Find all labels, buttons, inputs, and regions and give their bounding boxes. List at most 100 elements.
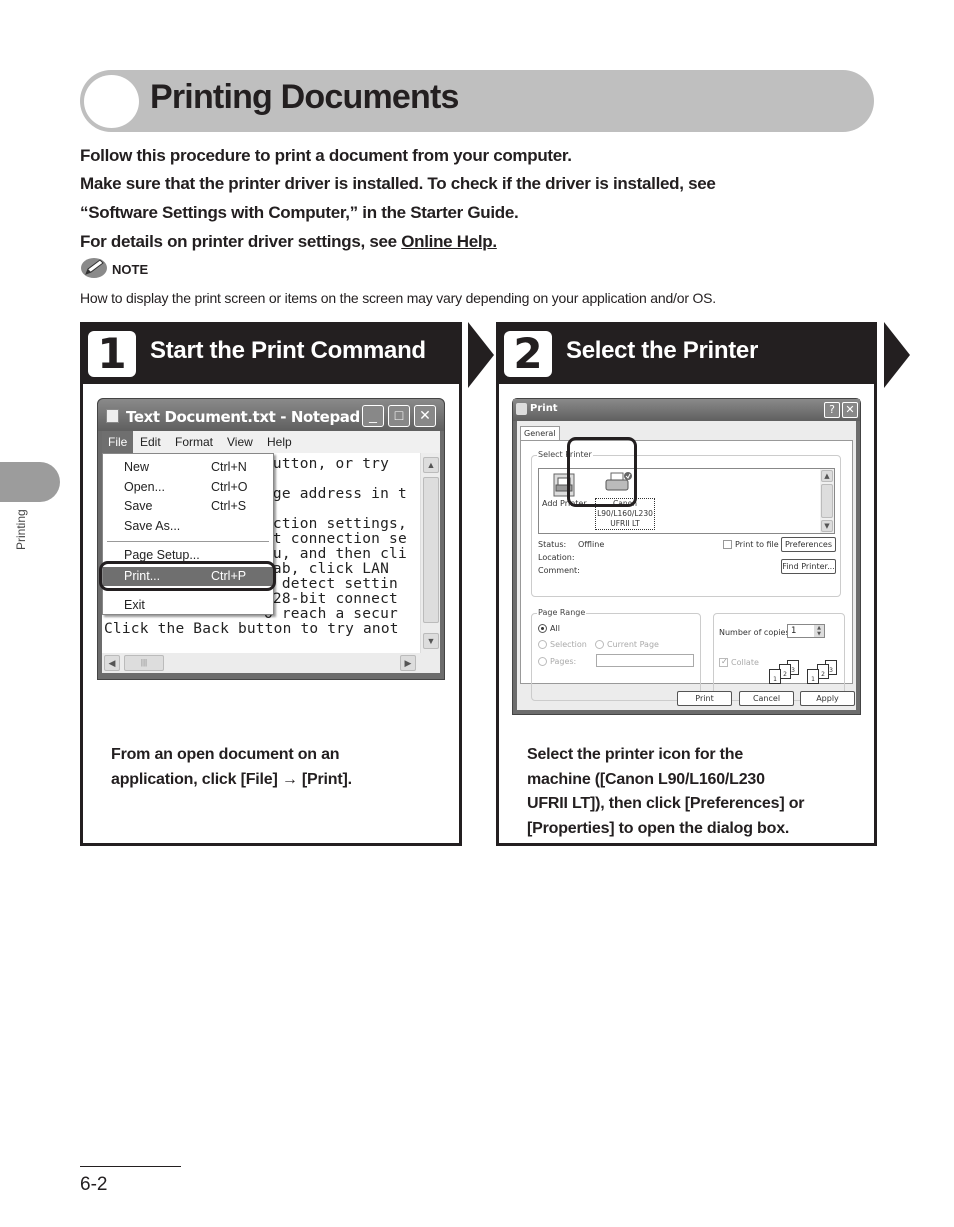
- intro-line-3: “Software Settings with Computer,” in th…: [80, 203, 519, 222]
- pages-input[interactable]: [596, 654, 694, 667]
- vertical-scroll-thumb[interactable]: [423, 477, 439, 623]
- collate-checkbox[interactable]: ✓: [719, 657, 728, 667]
- step-2-description: Select the printer icon for the machine …: [527, 743, 804, 841]
- all-label: All: [550, 624, 560, 633]
- copies-spinner[interactable]: ▲ ▼: [814, 625, 824, 637]
- text-line: tab, click LAN: [264, 561, 390, 577]
- note-text: How to display the print screen or items…: [80, 290, 716, 306]
- printer-list-scroll-thumb[interactable]: [821, 484, 833, 518]
- vertical-scrollbar[interactable]: ▲ ▼: [420, 453, 440, 653]
- scroll-up-icon[interactable]: ▲: [821, 470, 833, 482]
- print-to-file-label: Print to file: [735, 540, 779, 549]
- menu-separator: [107, 541, 269, 542]
- page-title: Printing Documents: [150, 78, 459, 116]
- pages-radio[interactable]: [538, 657, 547, 666]
- file-menu-exit[interactable]: Exit: [103, 596, 273, 615]
- preferences-button[interactable]: Preferences: [781, 537, 836, 552]
- close-button[interactable]: ✕: [414, 405, 436, 427]
- menu-view[interactable]: View: [227, 435, 253, 449]
- step-1-number: 1: [88, 331, 136, 377]
- tab-general[interactable]: General: [520, 426, 560, 441]
- scroll-left-icon[interactable]: ◀: [104, 655, 120, 671]
- page-range-group: Page Range All Selection Current Page Pa…: [531, 608, 701, 701]
- pages-label: Pages:: [550, 657, 577, 666]
- copies-group: Number of copies: 1 ▲ ▼ ✓ Collate 3 2 1 3…: [713, 613, 845, 701]
- print-button[interactable]: Print: [677, 691, 732, 706]
- text-line: y detect settin: [264, 576, 398, 592]
- scroll-right-icon[interactable]: ▶: [400, 655, 416, 671]
- scroll-up-icon[interactable]: ▲: [423, 457, 439, 473]
- printer-icon-highlight: [567, 437, 637, 507]
- intro-line-4: For details on printer driver settings, …: [80, 232, 497, 252]
- text-line: 128-bit connect: [264, 591, 398, 607]
- intro-line-1: Follow this procedure to print a documen…: [80, 146, 572, 165]
- next-step-arrow-icon: [884, 322, 910, 388]
- text-line: o reach a secur: [264, 606, 398, 622]
- menu-file[interactable]: File: [102, 431, 134, 453]
- cancel-button[interactable]: Cancel: [739, 691, 794, 706]
- next-step-arrow-icon: [468, 322, 494, 388]
- step-1-title: Start the Print Command: [150, 337, 426, 364]
- minimize-button[interactable]: _: [362, 405, 384, 427]
- menu-item-shortcut: Ctrl+S: [211, 499, 247, 513]
- dialog-close-button[interactable]: ✕: [842, 402, 858, 418]
- print-to-file-checkbox[interactable]: [723, 540, 732, 549]
- step-2-number: 2: [504, 331, 552, 377]
- current-page-label: Current Page: [607, 640, 659, 649]
- text-line: age address in t: [264, 486, 407, 502]
- printer-list-scrollbar[interactable]: ▲ ▼: [820, 469, 834, 533]
- page-range-legend: Page Range: [537, 608, 587, 617]
- find-printer-button[interactable]: Find Printer...: [781, 559, 836, 574]
- selection-radio[interactable]: [538, 640, 547, 649]
- help-button[interactable]: ?: [824, 402, 840, 418]
- note-label: NOTE: [112, 262, 149, 277]
- step-2-title: Select the Printer: [566, 337, 759, 364]
- collate-illustration-icon: 3 2 1: [769, 660, 805, 686]
- scroll-down-icon[interactable]: ▼: [423, 633, 439, 649]
- maximize-button[interactable]: □: [388, 405, 410, 427]
- text-line: button, or try: [264, 456, 390, 472]
- all-radio[interactable]: [538, 624, 547, 633]
- file-menu-new[interactable]: New Ctrl+N: [103, 458, 273, 477]
- step-1-description-line-2: application, click [File] → [Print].: [111, 770, 352, 788]
- menu-item-label: Open...: [124, 480, 165, 494]
- collate-label: Collate: [731, 658, 759, 667]
- title-circle-decoration: [84, 75, 139, 128]
- printer-small-icon: [516, 403, 527, 415]
- step-1-description: From an open document on an application,…: [111, 743, 352, 792]
- menu-help[interactable]: Help: [267, 435, 292, 449]
- pencil-icon: [81, 258, 107, 278]
- notepad-titlebar: Text Document.txt - Notepad _ □ ✕: [98, 399, 444, 431]
- notepad-window-screenshot: Text Document.txt - Notepad _ □ ✕ File E…: [97, 398, 445, 680]
- footer-rule: [80, 1166, 181, 1167]
- notepad-title: Text Document.txt - Notepad: [126, 408, 360, 426]
- step-1-header: 1 Start the Print Command: [80, 322, 462, 384]
- file-menu-save-as[interactable]: Save As...: [103, 517, 273, 536]
- menu-item-label: New: [124, 460, 150, 474]
- comment-label: Comment:: [538, 566, 580, 575]
- horizontal-scroll-thumb[interactable]: |||: [124, 655, 164, 671]
- step-2-description-line-1: Select the printer icon for the: [527, 746, 744, 763]
- chapter-side-tab: [0, 462, 60, 502]
- menu-item-label: Exit: [124, 598, 145, 612]
- text-line: ection settings,: [264, 516, 407, 532]
- file-menu-save[interactable]: Save Ctrl+S: [103, 497, 273, 516]
- online-help-link[interactable]: Online Help.: [401, 232, 497, 251]
- collate-illustration-icon: 3 2 1: [807, 660, 843, 686]
- apply-button[interactable]: Apply: [800, 691, 855, 706]
- menu-item-shortcut: Ctrl+N: [211, 460, 247, 474]
- scroll-down-icon[interactable]: ▼: [821, 520, 833, 532]
- text-line: nu, and then cli: [264, 546, 407, 562]
- print-dialog-title: Print: [530, 403, 558, 414]
- notepad-app-icon: [106, 409, 119, 423]
- file-menu-open[interactable]: Open... Ctrl+O: [103, 478, 273, 497]
- horizontal-scrollbar[interactable]: ◀ ||| ▶: [102, 653, 440, 673]
- menu-edit[interactable]: Edit: [140, 435, 161, 449]
- menu-format[interactable]: Format: [175, 435, 213, 449]
- intro-line-2: Make sure that the printer driver is ins…: [80, 174, 716, 193]
- selection-label: Selection: [550, 640, 587, 649]
- current-page-radio[interactable]: [595, 640, 604, 649]
- menu-item-label: Page Setup...: [124, 548, 200, 562]
- text-line: et connection se: [264, 531, 407, 547]
- step-2-header: 2 Select the Printer: [496, 322, 877, 384]
